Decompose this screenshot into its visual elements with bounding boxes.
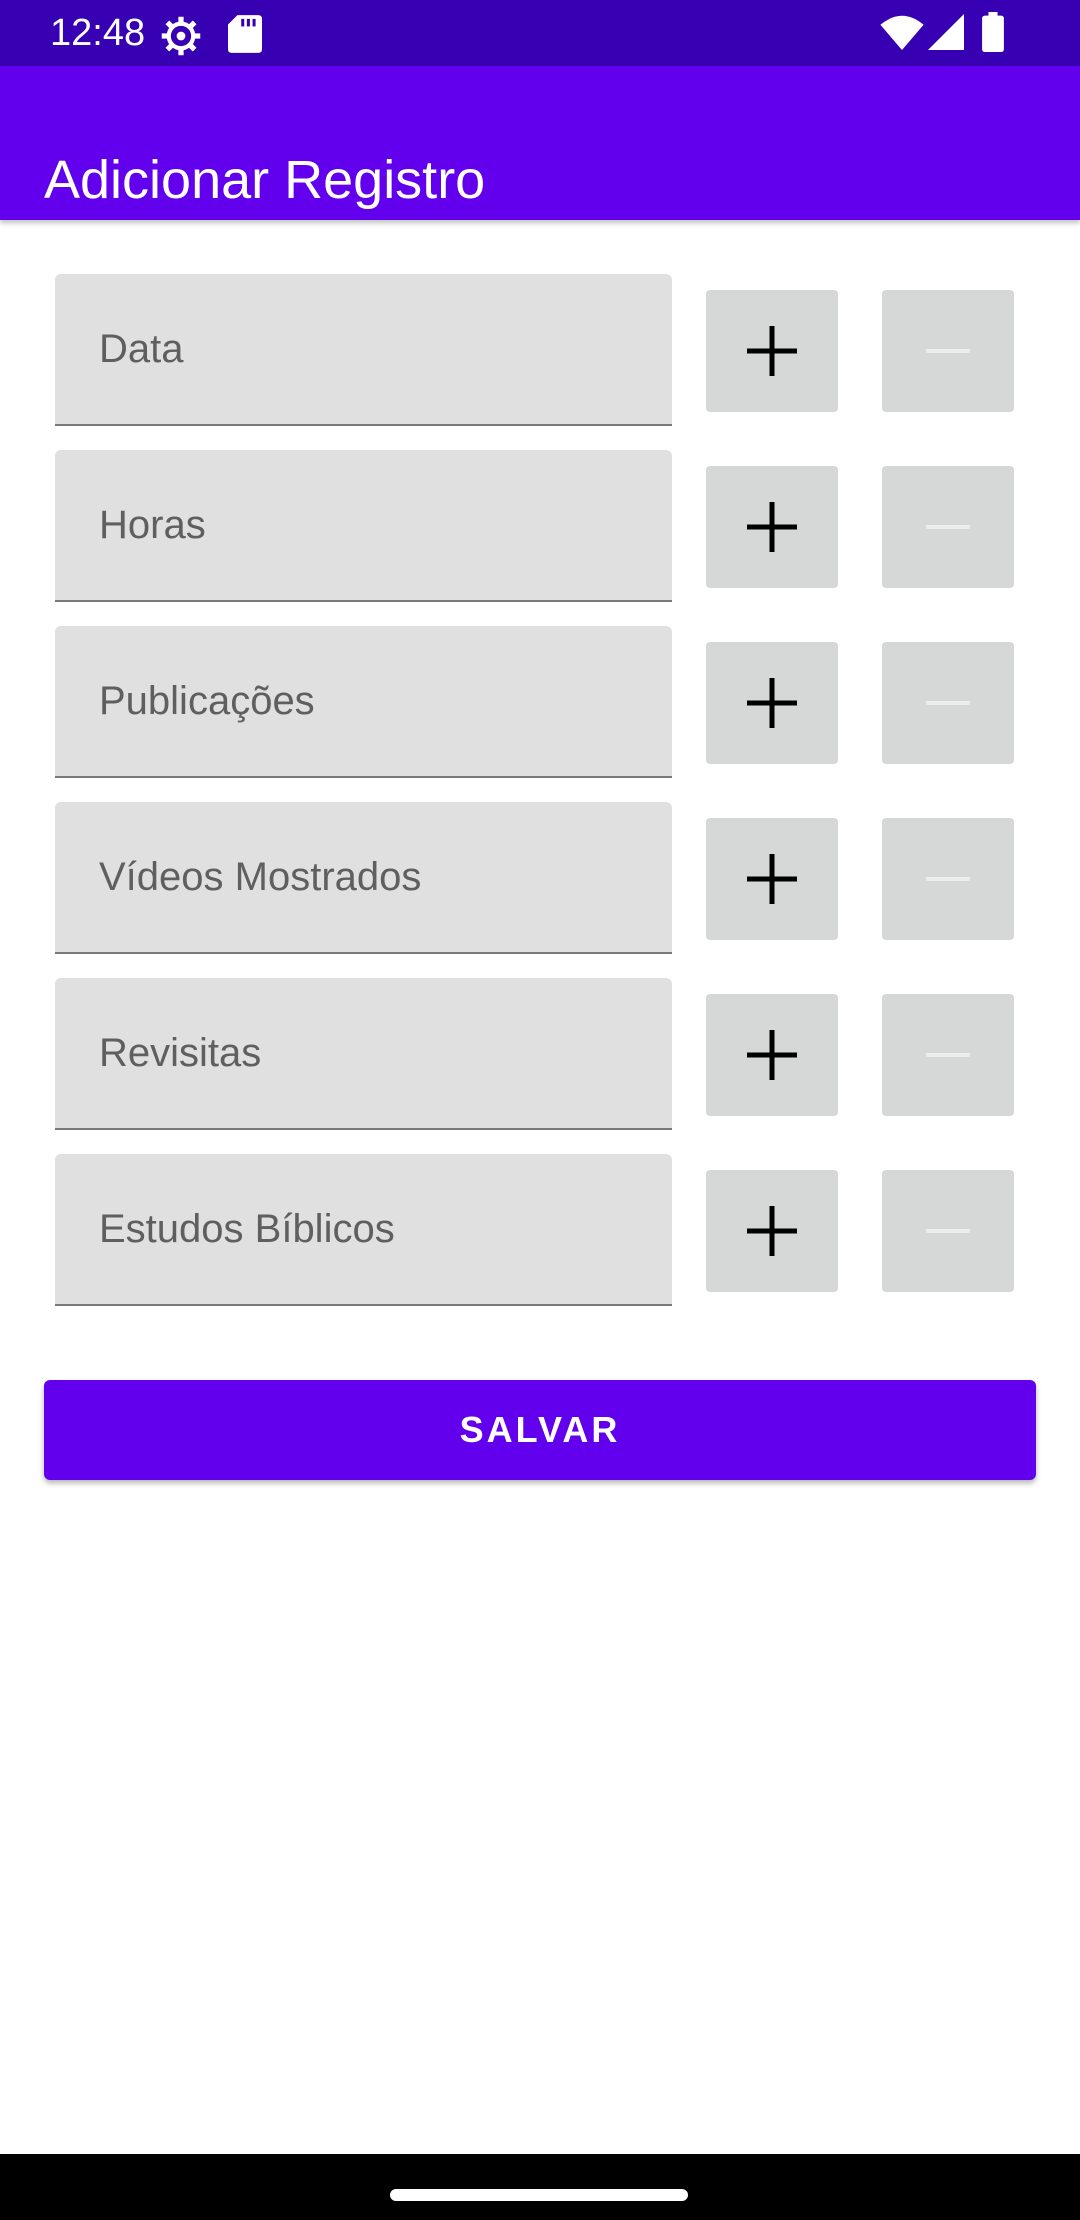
revisitas-minus-button[interactable] bbox=[882, 994, 1014, 1116]
plus-icon bbox=[747, 502, 797, 552]
minus-icon bbox=[926, 877, 970, 881]
videos-mostrados-minus-button[interactable] bbox=[882, 818, 1014, 940]
form-fields bbox=[0, 274, 1080, 1330]
plus-icon bbox=[747, 1030, 797, 1080]
minus-icon bbox=[926, 525, 970, 529]
publicacoes-plus-button[interactable] bbox=[706, 642, 838, 764]
field-row-publicacoes bbox=[0, 626, 1080, 778]
horas-minus-button[interactable] bbox=[882, 466, 1014, 588]
status-bar: 12:48 bbox=[0, 0, 1080, 66]
plus-icon bbox=[747, 678, 797, 728]
minus-icon bbox=[926, 1229, 970, 1233]
videos-mostrados-field-container[interactable] bbox=[55, 802, 672, 954]
data-input[interactable] bbox=[55, 274, 672, 424]
estudos-biblicos-plus-button[interactable] bbox=[706, 1170, 838, 1292]
estudos-biblicos-input[interactable] bbox=[55, 1154, 672, 1304]
estudos-biblicos-field-container[interactable] bbox=[55, 1154, 672, 1306]
minus-icon bbox=[926, 701, 970, 705]
settings-gear-icon bbox=[160, 15, 202, 62]
sd-card-icon bbox=[228, 15, 262, 58]
horas-input[interactable] bbox=[55, 450, 672, 600]
navigation-bar bbox=[0, 2154, 1080, 2220]
publicacoes-input[interactable] bbox=[55, 626, 672, 776]
minus-icon bbox=[926, 1053, 970, 1057]
publicacoes-minus-button[interactable] bbox=[882, 642, 1014, 764]
data-minus-button[interactable] bbox=[882, 290, 1014, 412]
save-button-label: SALVAR bbox=[459, 1409, 621, 1450]
horas-plus-button[interactable] bbox=[706, 466, 838, 588]
field-row-videos-mostrados bbox=[0, 802, 1080, 954]
revisitas-input[interactable] bbox=[55, 978, 672, 1128]
field-row-data bbox=[0, 274, 1080, 426]
data-plus-button[interactable] bbox=[706, 290, 838, 412]
battery-icon bbox=[982, 12, 1004, 57]
field-row-revisitas bbox=[0, 978, 1080, 1130]
plus-icon bbox=[747, 326, 797, 376]
save-button[interactable]: SALVAR bbox=[44, 1380, 1036, 1480]
horas-field-container[interactable] bbox=[55, 450, 672, 602]
plus-icon bbox=[747, 854, 797, 904]
home-handle[interactable] bbox=[390, 2189, 688, 2201]
videos-mostrados-input[interactable] bbox=[55, 802, 672, 952]
plus-icon bbox=[747, 1206, 797, 1256]
field-row-estudos-biblicos bbox=[0, 1154, 1080, 1306]
revisitas-field-container[interactable] bbox=[55, 978, 672, 1130]
revisitas-plus-button[interactable] bbox=[706, 994, 838, 1116]
wifi-icon bbox=[880, 14, 924, 55]
data-field-container[interactable] bbox=[55, 274, 672, 426]
minus-icon bbox=[926, 349, 970, 353]
status-time: 12:48 bbox=[50, 12, 146, 54]
estudos-biblicos-minus-button[interactable] bbox=[882, 1170, 1014, 1292]
publicacoes-field-container[interactable] bbox=[55, 626, 672, 778]
signal-icon bbox=[928, 14, 964, 55]
app-bar: Adicionar Registro bbox=[0, 66, 1080, 220]
videos-mostrados-plus-button[interactable] bbox=[706, 818, 838, 940]
page-title: Adicionar Registro bbox=[44, 150, 486, 211]
field-row-horas bbox=[0, 450, 1080, 602]
